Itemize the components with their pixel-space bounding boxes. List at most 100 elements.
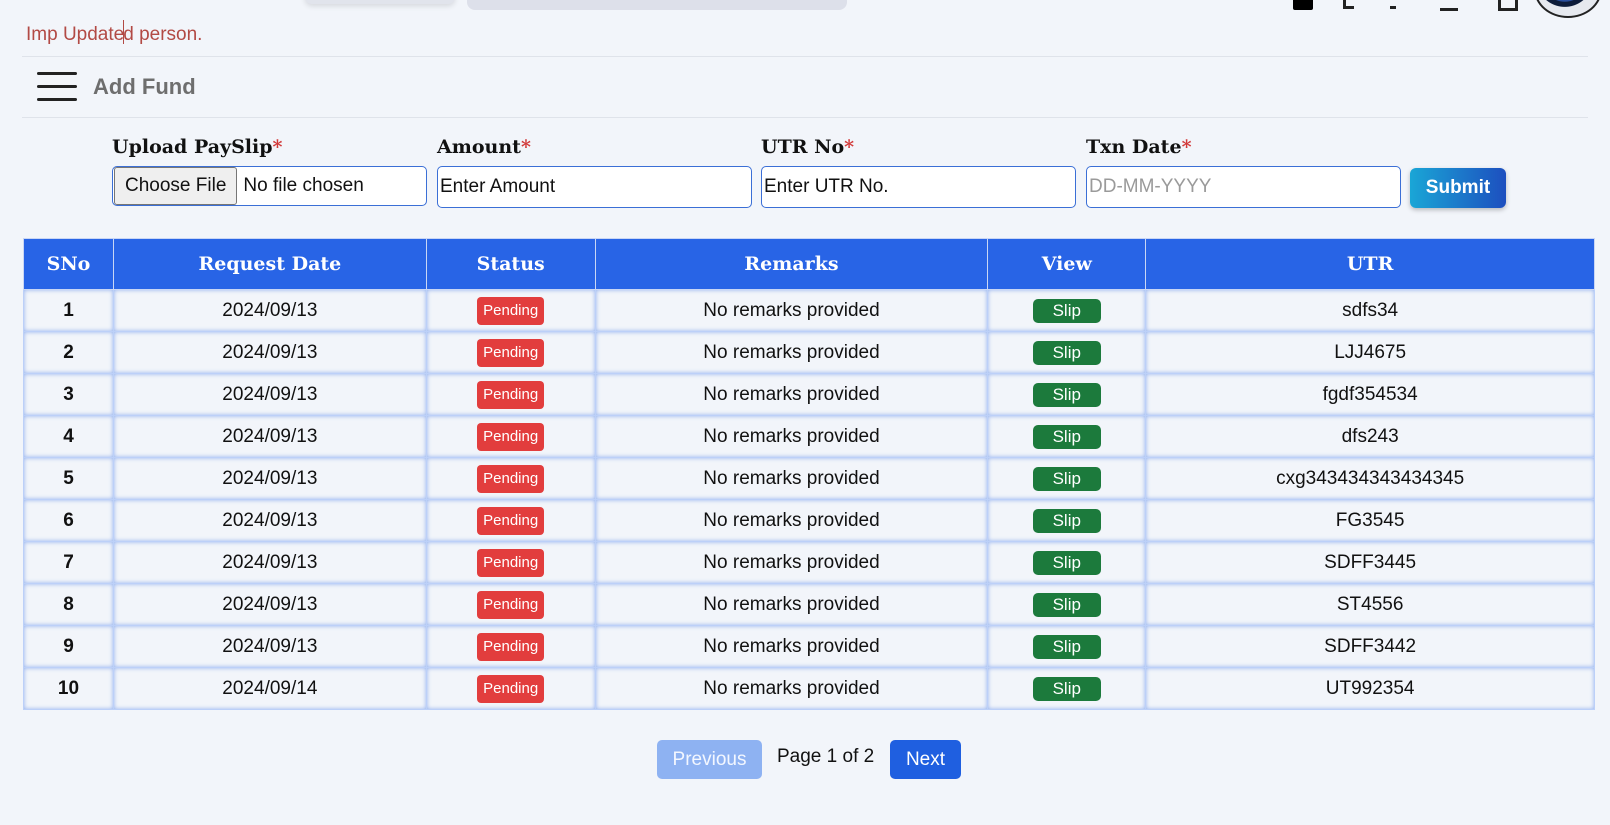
status-badge: Pending <box>477 296 545 325</box>
table-row: 10 2024/09/14 Pending No remarks provide… <box>23 667 1595 710</box>
divider <box>22 56 1588 57</box>
cell-view: Slip <box>987 583 1147 626</box>
menu-icon[interactable] <box>37 72 77 102</box>
cell-request-date: 2024/09/13 <box>112 457 427 500</box>
column-header-sno[interactable]: SNo <box>23 238 114 290</box>
cell-remarks: No remarks provided <box>594 667 989 710</box>
cell-remarks: No remarks provided <box>594 373 989 416</box>
fund-requests-table: SNo Request Date Status Remarks View UTR… <box>23 238 1595 710</box>
cell-sno: 3 <box>23 373 114 416</box>
column-header-utr[interactable]: UTR <box>1145 238 1595 290</box>
cell-utr: UT992354 <box>1145 667 1595 710</box>
cell-status: Pending <box>425 541 596 584</box>
cell-utr: ST4556 <box>1145 583 1595 626</box>
grid-icon[interactable] <box>1390 0 1396 9</box>
submit-button[interactable]: Submit <box>1410 168 1506 208</box>
cell-status: Pending <box>425 373 596 416</box>
view-slip-button[interactable]: Slip <box>1032 382 1101 407</box>
cell-utr: LJJ4675 <box>1145 331 1595 374</box>
utr-label: UTR No* <box>761 136 855 158</box>
status-badge: Pending <box>477 338 545 367</box>
txn-date-field[interactable] <box>1086 166 1401 208</box>
table-row: 4 2024/09/13 Pending No remarks provided… <box>23 415 1595 458</box>
cell-request-date: 2024/09/13 <box>112 289 427 332</box>
cell-request-date: 2024/09/13 <box>112 583 427 626</box>
cell-request-date: 2024/09/13 <box>112 331 427 374</box>
cell-request-date: 2024/09/13 <box>112 415 427 458</box>
cell-view: Slip <box>987 457 1147 500</box>
cell-sno: 6 <box>23 499 114 542</box>
next-page-button[interactable]: Next <box>890 740 961 779</box>
status-badge: Pending <box>477 422 545 451</box>
txn-date-group: Txn Date* <box>1086 136 1401 208</box>
avatar[interactable] <box>1534 0 1602 18</box>
view-slip-button[interactable]: Slip <box>1032 466 1101 491</box>
cell-remarks: No remarks provided <box>594 583 989 626</box>
status-badge: Pending <box>477 632 545 661</box>
view-slip-button[interactable]: Slip <box>1032 676 1101 701</box>
amount-label: Amount* <box>437 136 531 158</box>
column-header-request-date[interactable]: Request Date <box>112 238 427 290</box>
table-header-row: SNo Request Date Status Remarks View UTR <box>23 238 1595 290</box>
cell-status: Pending <box>425 667 596 710</box>
upload-payslip-label: Upload PaySlip* <box>112 136 283 158</box>
page-indicator: Page 1 of 2 <box>777 746 875 767</box>
window-icon[interactable] <box>1498 0 1518 11</box>
amount-group: Amount* <box>437 136 752 208</box>
cell-remarks: No remarks provided <box>594 541 989 584</box>
cell-sno: 4 <box>23 415 114 458</box>
status-badge: Pending <box>477 506 545 535</box>
cell-remarks: No remarks provided <box>594 289 989 332</box>
cell-utr: dfs243 <box>1145 415 1595 458</box>
marquee-text-start: Imp Update <box>26 24 125 45</box>
top-search-bar[interactable] <box>467 0 847 10</box>
cell-status: Pending <box>425 289 596 332</box>
cell-remarks: No remarks provided <box>594 625 989 668</box>
status-badge: Pending <box>477 380 545 409</box>
txn-date-label: Txn Date* <box>1086 136 1192 158</box>
view-slip-button[interactable]: Slip <box>1032 340 1101 365</box>
cell-status: Pending <box>425 625 596 668</box>
view-slip-button[interactable]: Slip <box>1032 592 1101 617</box>
view-slip-button[interactable]: Slip <box>1032 298 1101 323</box>
amount-field[interactable] <box>437 166 752 208</box>
cell-view: Slip <box>987 499 1147 542</box>
column-header-status[interactable]: Status <box>425 238 596 290</box>
page-title: Add Fund <box>93 74 196 99</box>
cell-view: Slip <box>987 625 1147 668</box>
announcement-marquee: Imp Updated person. <box>26 20 202 46</box>
cell-utr: fgdf354534 <box>1145 373 1595 416</box>
cell-view: Slip <box>987 541 1147 584</box>
payslip-file-input[interactable]: Choose File No file chosen <box>112 166 427 206</box>
column-header-view[interactable]: View <box>987 238 1147 290</box>
cell-view: Slip <box>987 667 1147 710</box>
cell-remarks: No remarks provided <box>594 457 989 500</box>
view-slip-button[interactable]: Slip <box>1032 550 1101 575</box>
table-row: 6 2024/09/13 Pending No remarks provided… <box>23 499 1595 542</box>
cell-utr: SDFF3442 <box>1145 625 1595 668</box>
cell-sno: 9 <box>23 625 114 668</box>
cell-sno: 7 <box>23 541 114 584</box>
column-header-remarks[interactable]: Remarks <box>594 238 989 290</box>
cell-sno: 10 <box>23 667 114 710</box>
cell-sno: 2 <box>23 331 114 374</box>
view-slip-button[interactable]: Slip <box>1032 634 1101 659</box>
previous-page-button[interactable]: Previous <box>657 740 762 779</box>
table-row: 1 2024/09/13 Pending No remarks provided… <box>23 289 1595 332</box>
cell-request-date: 2024/09/13 <box>112 541 427 584</box>
choose-file-button[interactable]: Choose File <box>114 167 238 205</box>
cell-request-date: 2024/09/13 <box>112 625 427 668</box>
view-slip-button[interactable]: Slip <box>1032 508 1101 533</box>
table-row: 3 2024/09/13 Pending No remarks provided… <box>23 373 1595 416</box>
fullscreen-icon[interactable] <box>1343 0 1354 9</box>
upload-payslip-group: Upload PaySlip* Choose File No file chos… <box>112 136 427 206</box>
view-slip-button[interactable]: Slip <box>1032 424 1101 449</box>
monitor-icon[interactable] <box>1440 0 1458 11</box>
cell-status: Pending <box>425 499 596 542</box>
cell-sno: 1 <box>23 289 114 332</box>
cell-request-date: 2024/09/14 <box>112 667 427 710</box>
cell-remarks: No remarks provided <box>594 331 989 374</box>
utr-field[interactable] <box>761 166 1076 208</box>
table-row: 9 2024/09/13 Pending No remarks provided… <box>23 625 1595 668</box>
theme-toggle-icon[interactable] <box>1293 0 1313 10</box>
